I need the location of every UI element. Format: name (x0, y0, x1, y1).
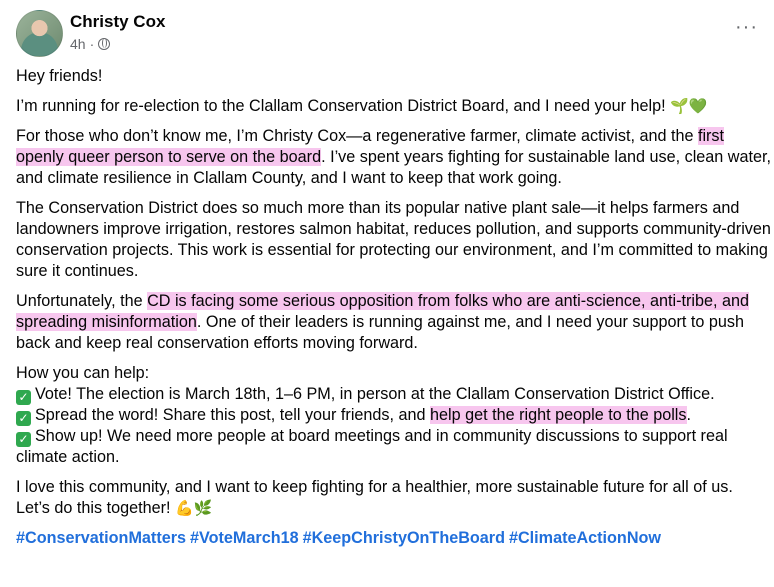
post-header: Christy Cox 4h · ··· (0, 0, 774, 62)
list-item: Show up! We need more people at board me… (16, 427, 728, 466)
text: . (686, 406, 692, 424)
paragraph-opposition: Unfortunately, the CD is facing some ser… (16, 291, 774, 354)
list-item: Vote! The election is March 18th, 1–6 PM… (35, 385, 715, 403)
text: I’m running for re-election to the Clall… (16, 97, 666, 115)
list-item: Spread the word! Share this post, tell y… (35, 406, 431, 424)
globe-icon (98, 38, 111, 50)
check-mark-emoji: ✓ (16, 411, 31, 426)
hashtag-link[interactable]: #ConservationMatters (16, 529, 186, 547)
paragraph-about: For those who don’t know me, I’m Christy… (16, 126, 774, 189)
hashtag-link[interactable]: #ClimateActionNow (509, 529, 661, 547)
check-mark-emoji: ✓ (16, 390, 31, 405)
paragraph-district: The Conservation District does so much m… (16, 198, 774, 282)
check-mark-emoji: ✓ (16, 432, 31, 447)
post-body: Hey friends! I’m running for re-election… (16, 66, 774, 558)
text: Let’s do this together! (16, 499, 171, 517)
text: Hey friends! (16, 67, 103, 85)
paragraph-intro: I’m running for re-election to the Clall… (16, 96, 774, 117)
paragraph-greeting: Hey friends! (16, 66, 774, 87)
text: How you can help: (16, 364, 150, 382)
text: For those who don’t know me, I’m Christy… (16, 127, 698, 145)
hashtag-link[interactable]: #KeepChristyOnTheBoard (303, 529, 505, 547)
hashtags: #ConservationMatters #VoteMarch18 #KeepChr… (16, 528, 774, 549)
green-heart-emoji: 💚 (688, 98, 708, 115)
dot-separator: · (89, 36, 95, 52)
more-options-icon[interactable]: ··· (735, 16, 758, 39)
text: Unfortunately, the (16, 292, 148, 310)
text: I love this community, and I want to kee… (16, 478, 733, 496)
highlighted-text: help get the right people to the polls (430, 406, 687, 424)
text: The Conservation District does so much m… (16, 199, 771, 280)
hashtag-link[interactable]: #VoteMarch18 (190, 529, 299, 547)
author-name[interactable]: Christy Cox (70, 12, 165, 32)
post-time[interactable]: 4h (70, 36, 86, 52)
avatar[interactable] (16, 10, 63, 57)
flexed-biceps-emoji: 💪 (175, 500, 194, 517)
seedling-emoji: 🌱 (670, 98, 689, 115)
post-meta: 4h · (70, 36, 111, 52)
paragraph-closing: I love this community, and I want to kee… (16, 477, 774, 519)
herb-emoji: 🌿 (193, 500, 213, 517)
paragraph-how-to-help: How you can help: ✓ Vote! The election is… (16, 363, 774, 468)
